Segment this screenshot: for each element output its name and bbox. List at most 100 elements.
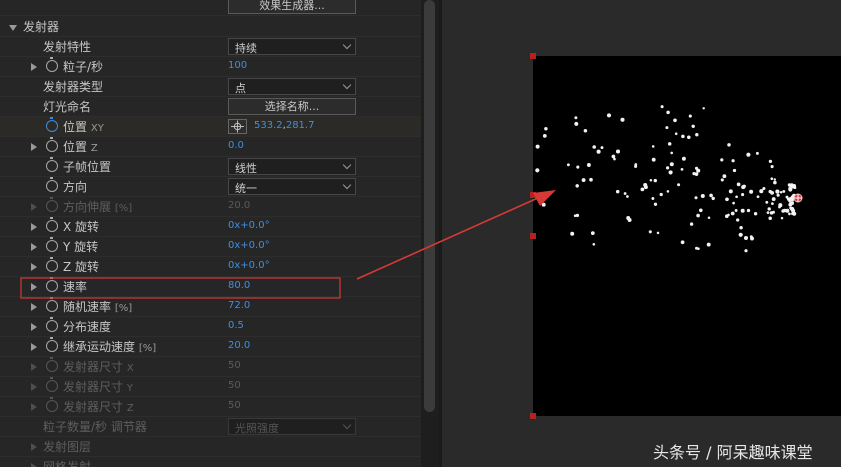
particle [736,182,741,187]
expand-icon[interactable] [31,283,37,291]
dropdown-value: 光照强度 [235,422,279,435]
emitter-section-header[interactable]: 发射器 [0,17,421,37]
dropdown-value: 持续 [235,42,257,55]
expand-icon[interactable] [31,323,37,331]
particle [759,189,764,194]
particle [535,168,540,173]
stopwatch-icon[interactable] [46,57,58,72]
property-label: 方向伸展 [%] [63,198,132,215]
particle [762,186,766,191]
position-xy-value[interactable]: 533.2,281.7 [254,120,314,131]
expand-icon[interactable] [31,223,37,231]
particle [615,149,621,154]
stopwatch-icon[interactable] [46,157,58,172]
particle [695,133,699,137]
expand-icon[interactable] [31,143,37,151]
particle [792,211,797,216]
expand-icon[interactable] [31,243,37,251]
property-label: 子帧位置 [63,160,112,174]
label-text: 位置 [63,120,88,134]
layer-handle-left-middle[interactable] [530,192,536,198]
particle [739,226,743,230]
particle [615,189,620,194]
expand-icon[interactable] [31,263,37,271]
particle [653,202,658,206]
emitter-type-dropdown[interactable]: 点 [228,78,356,95]
property-value[interactable]: 0x+0.0° [228,260,270,271]
emission-behavior-dropdown[interactable]: 持续 [228,38,356,55]
particle [665,126,669,130]
particle [767,207,771,211]
particle [749,189,754,194]
stopwatch-icon [46,197,58,212]
particle [651,145,655,148]
subframe-position-dropdown[interactable]: 线性 [228,158,356,175]
particle [775,189,780,194]
property-value[interactable]: 0x+0.0° [228,240,270,251]
emitter-position-icon[interactable] [793,192,803,203]
property-label: 位置 Z [63,138,98,155]
stopwatch-icon[interactable] [46,117,58,132]
property-value[interactable]: 80.0 [228,280,250,291]
label-text: 继承运动速度 [63,340,136,354]
effect-controls-panel: 效果生成器... 发射器 发射特性 持续 粒子/秒 100 发射器类型 点 灯光… [0,0,421,467]
particle [651,197,655,200]
property-label: Y 旋转 [63,240,99,254]
stopwatch-icon[interactable] [46,277,58,292]
particle [576,165,580,169]
layer-handle-left[interactable] [530,233,536,239]
layer-handle-top-left[interactable] [530,53,536,59]
stopwatch-icon [46,377,58,392]
particle [611,154,616,159]
property-value[interactable]: 100 [228,60,247,71]
stopwatch-icon[interactable] [46,217,58,232]
stopwatch-icon[interactable] [46,177,58,192]
particle [640,187,645,192]
composition-canvas[interactable] [533,56,841,416]
property-label: 发射特性 [43,40,92,54]
stopwatch-icon[interactable] [46,237,58,252]
chevron-down-icon [342,40,352,50]
property-value[interactable]: 0.0 [228,140,244,151]
stopwatch-icon[interactable] [46,137,58,152]
particle [574,116,578,120]
property-label: 随机速率 [%] [63,298,132,315]
expand-icon[interactable] [31,303,37,311]
particle [677,183,681,187]
layer-handle-bottom-left[interactable] [530,413,536,419]
property-value[interactable]: 72.0 [228,300,250,311]
particle [581,178,586,183]
particle [665,166,670,170]
particle [730,211,735,216]
property-value[interactable]: 0.5 [228,320,244,331]
property-value[interactable]: 0x+0.0° [228,220,270,231]
particle [779,191,783,194]
particle [666,110,670,115]
direction-row: 方向 统一 [0,177,421,197]
stopwatch-icon[interactable] [46,257,58,272]
particle [667,142,672,146]
stopwatch-icon[interactable] [46,297,58,312]
effect-generator-button[interactable]: 效果生成器... [228,0,356,14]
particle [788,212,791,216]
crosshair-icon[interactable] [228,119,247,134]
particle [620,117,625,122]
choose-names-button[interactable]: 选择名称... [228,98,356,115]
direction-dropdown[interactable]: 统一 [228,178,356,195]
scrollbar-thumb[interactable] [424,0,435,412]
particle [592,145,596,149]
x-rotation-row: X 旋转 0x+0.0° [0,217,421,237]
position-y-value[interactable]: 281.7 [286,120,315,131]
stopwatch-icon[interactable] [46,337,58,352]
stopwatch-icon [46,357,58,372]
expand-icon[interactable] [31,343,37,351]
property-value[interactable]: 20.0 [228,340,250,351]
particle [692,172,696,176]
position-x-value[interactable]: 533.2 [254,120,283,131]
stopwatch-icon[interactable] [46,317,58,332]
particle [768,159,773,164]
section-expand-icon[interactable] [9,25,17,31]
expand-icon[interactable] [31,63,37,71]
label-unit: Y [126,383,133,394]
particle [744,249,748,253]
